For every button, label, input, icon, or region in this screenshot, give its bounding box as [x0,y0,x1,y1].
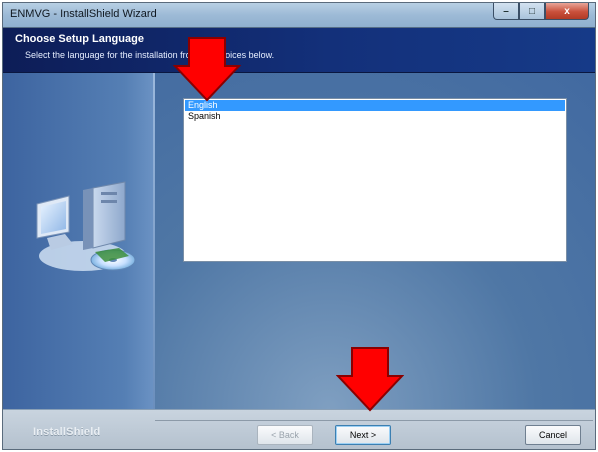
installshield-window: ENMVG - InstallShield Wizard – □ x Choos… [2,2,596,450]
language-option-spanish[interactable]: Spanish [185,111,565,122]
minimize-button[interactable]: – [493,3,519,20]
left-graphic-panel [3,73,155,409]
wizard-header: Choose Setup Language Select the languag… [3,28,595,73]
page-title: Choose Setup Language [15,33,144,45]
title-bar[interactable]: ENMVG - InstallShield Wizard – □ x [3,3,595,28]
down-arrow-annotation-icon [336,347,404,412]
wizard-footer: InstallShield < Back Next > Cancel [3,409,595,449]
footer-divider [155,420,593,421]
language-option-english[interactable]: English [185,100,565,111]
next-button[interactable]: Next > [335,425,391,445]
close-button[interactable]: x [545,3,589,20]
window-title: ENMVG - InstallShield Wizard [10,8,157,20]
maximize-button[interactable]: □ [519,3,545,20]
down-arrow-annotation-icon [173,37,241,102]
cancel-button[interactable]: Cancel [525,425,581,445]
language-listbox[interactable]: English Spanish [183,98,567,262]
window-controls: – □ x [493,3,589,21]
computer-install-icon [36,181,136,271]
installshield-brand: InstallShield [33,426,101,438]
back-button[interactable]: < Back [257,425,313,445]
